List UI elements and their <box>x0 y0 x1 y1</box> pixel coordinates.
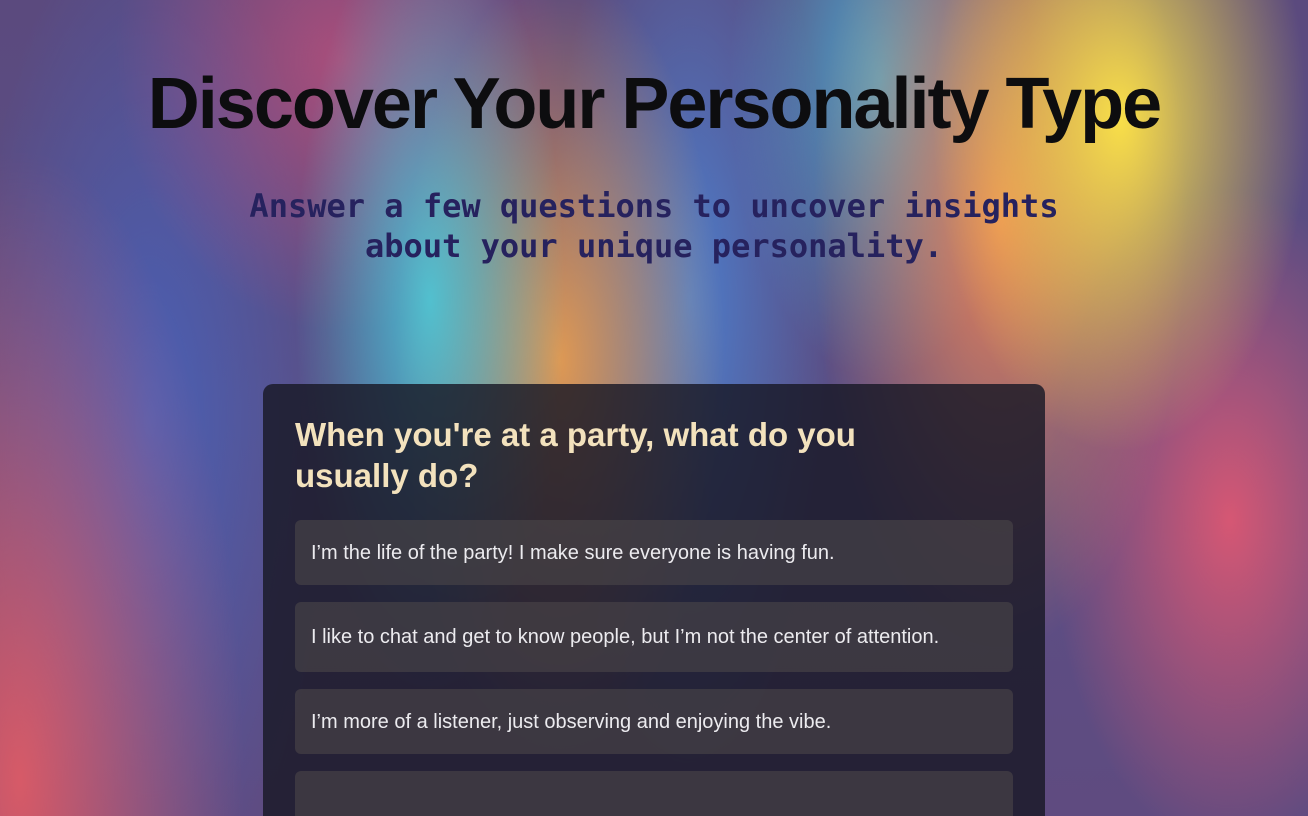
page-title: Discover Your Personality Type <box>147 64 1162 144</box>
answer-option-1[interactable]: I’m the life of the party! I make sure e… <box>295 520 1013 585</box>
page-subtitle: Answer a few questions to uncover insigh… <box>249 187 1059 265</box>
quiz-card: When you're at a party, what do you usua… <box>263 384 1045 816</box>
answer-option-4[interactable] <box>295 771 1013 816</box>
answer-option-3[interactable]: I’m more of a listener, just observing a… <box>295 689 1013 754</box>
question-text: When you're at a party, what do you usua… <box>295 416 856 494</box>
answer-option-2[interactable]: I like to chat and get to know people, b… <box>295 602 1013 672</box>
